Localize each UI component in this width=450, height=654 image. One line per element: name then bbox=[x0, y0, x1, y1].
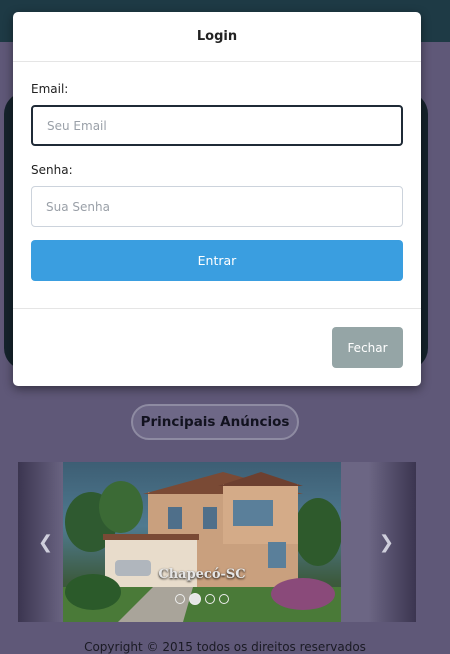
featured-listings-button[interactable]: Principais Anúncios bbox=[131, 404, 299, 440]
copyright-text: Copyright © 2015 todos os direitos reser… bbox=[84, 640, 366, 654]
password-label: Senha: bbox=[31, 163, 73, 177]
login-modal: Login Email: Senha: Entrar Fechar bbox=[13, 12, 421, 386]
close-button[interactable]: Fechar bbox=[332, 327, 403, 368]
modal-footer: Fechar bbox=[13, 309, 421, 407]
carousel-dot[interactable] bbox=[219, 593, 229, 604]
carousel-dot-active[interactable] bbox=[189, 592, 201, 605]
password-field[interactable] bbox=[31, 186, 403, 227]
carousel-indicators bbox=[63, 588, 341, 607]
slide-caption: Chapecó-SC bbox=[158, 567, 246, 582]
login-form: Email: Senha: Entrar bbox=[13, 62, 421, 309]
chevron-left-icon[interactable]: ❮ bbox=[38, 532, 53, 553]
modal-header: Login bbox=[13, 12, 421, 62]
carousel-dot[interactable] bbox=[175, 593, 185, 604]
login-button[interactable]: Entrar bbox=[31, 240, 403, 281]
email-label: Email: bbox=[31, 82, 69, 96]
listings-carousel: ❮ Chapecó-SC ❯ bbox=[18, 462, 416, 622]
carousel-slide[interactable]: Chapecó-SC bbox=[63, 462, 341, 622]
carousel-dot[interactable] bbox=[205, 593, 215, 604]
email-field[interactable] bbox=[31, 105, 403, 146]
chevron-right-icon[interactable]: ❯ bbox=[379, 532, 394, 553]
modal-title: Login bbox=[196, 29, 238, 44]
